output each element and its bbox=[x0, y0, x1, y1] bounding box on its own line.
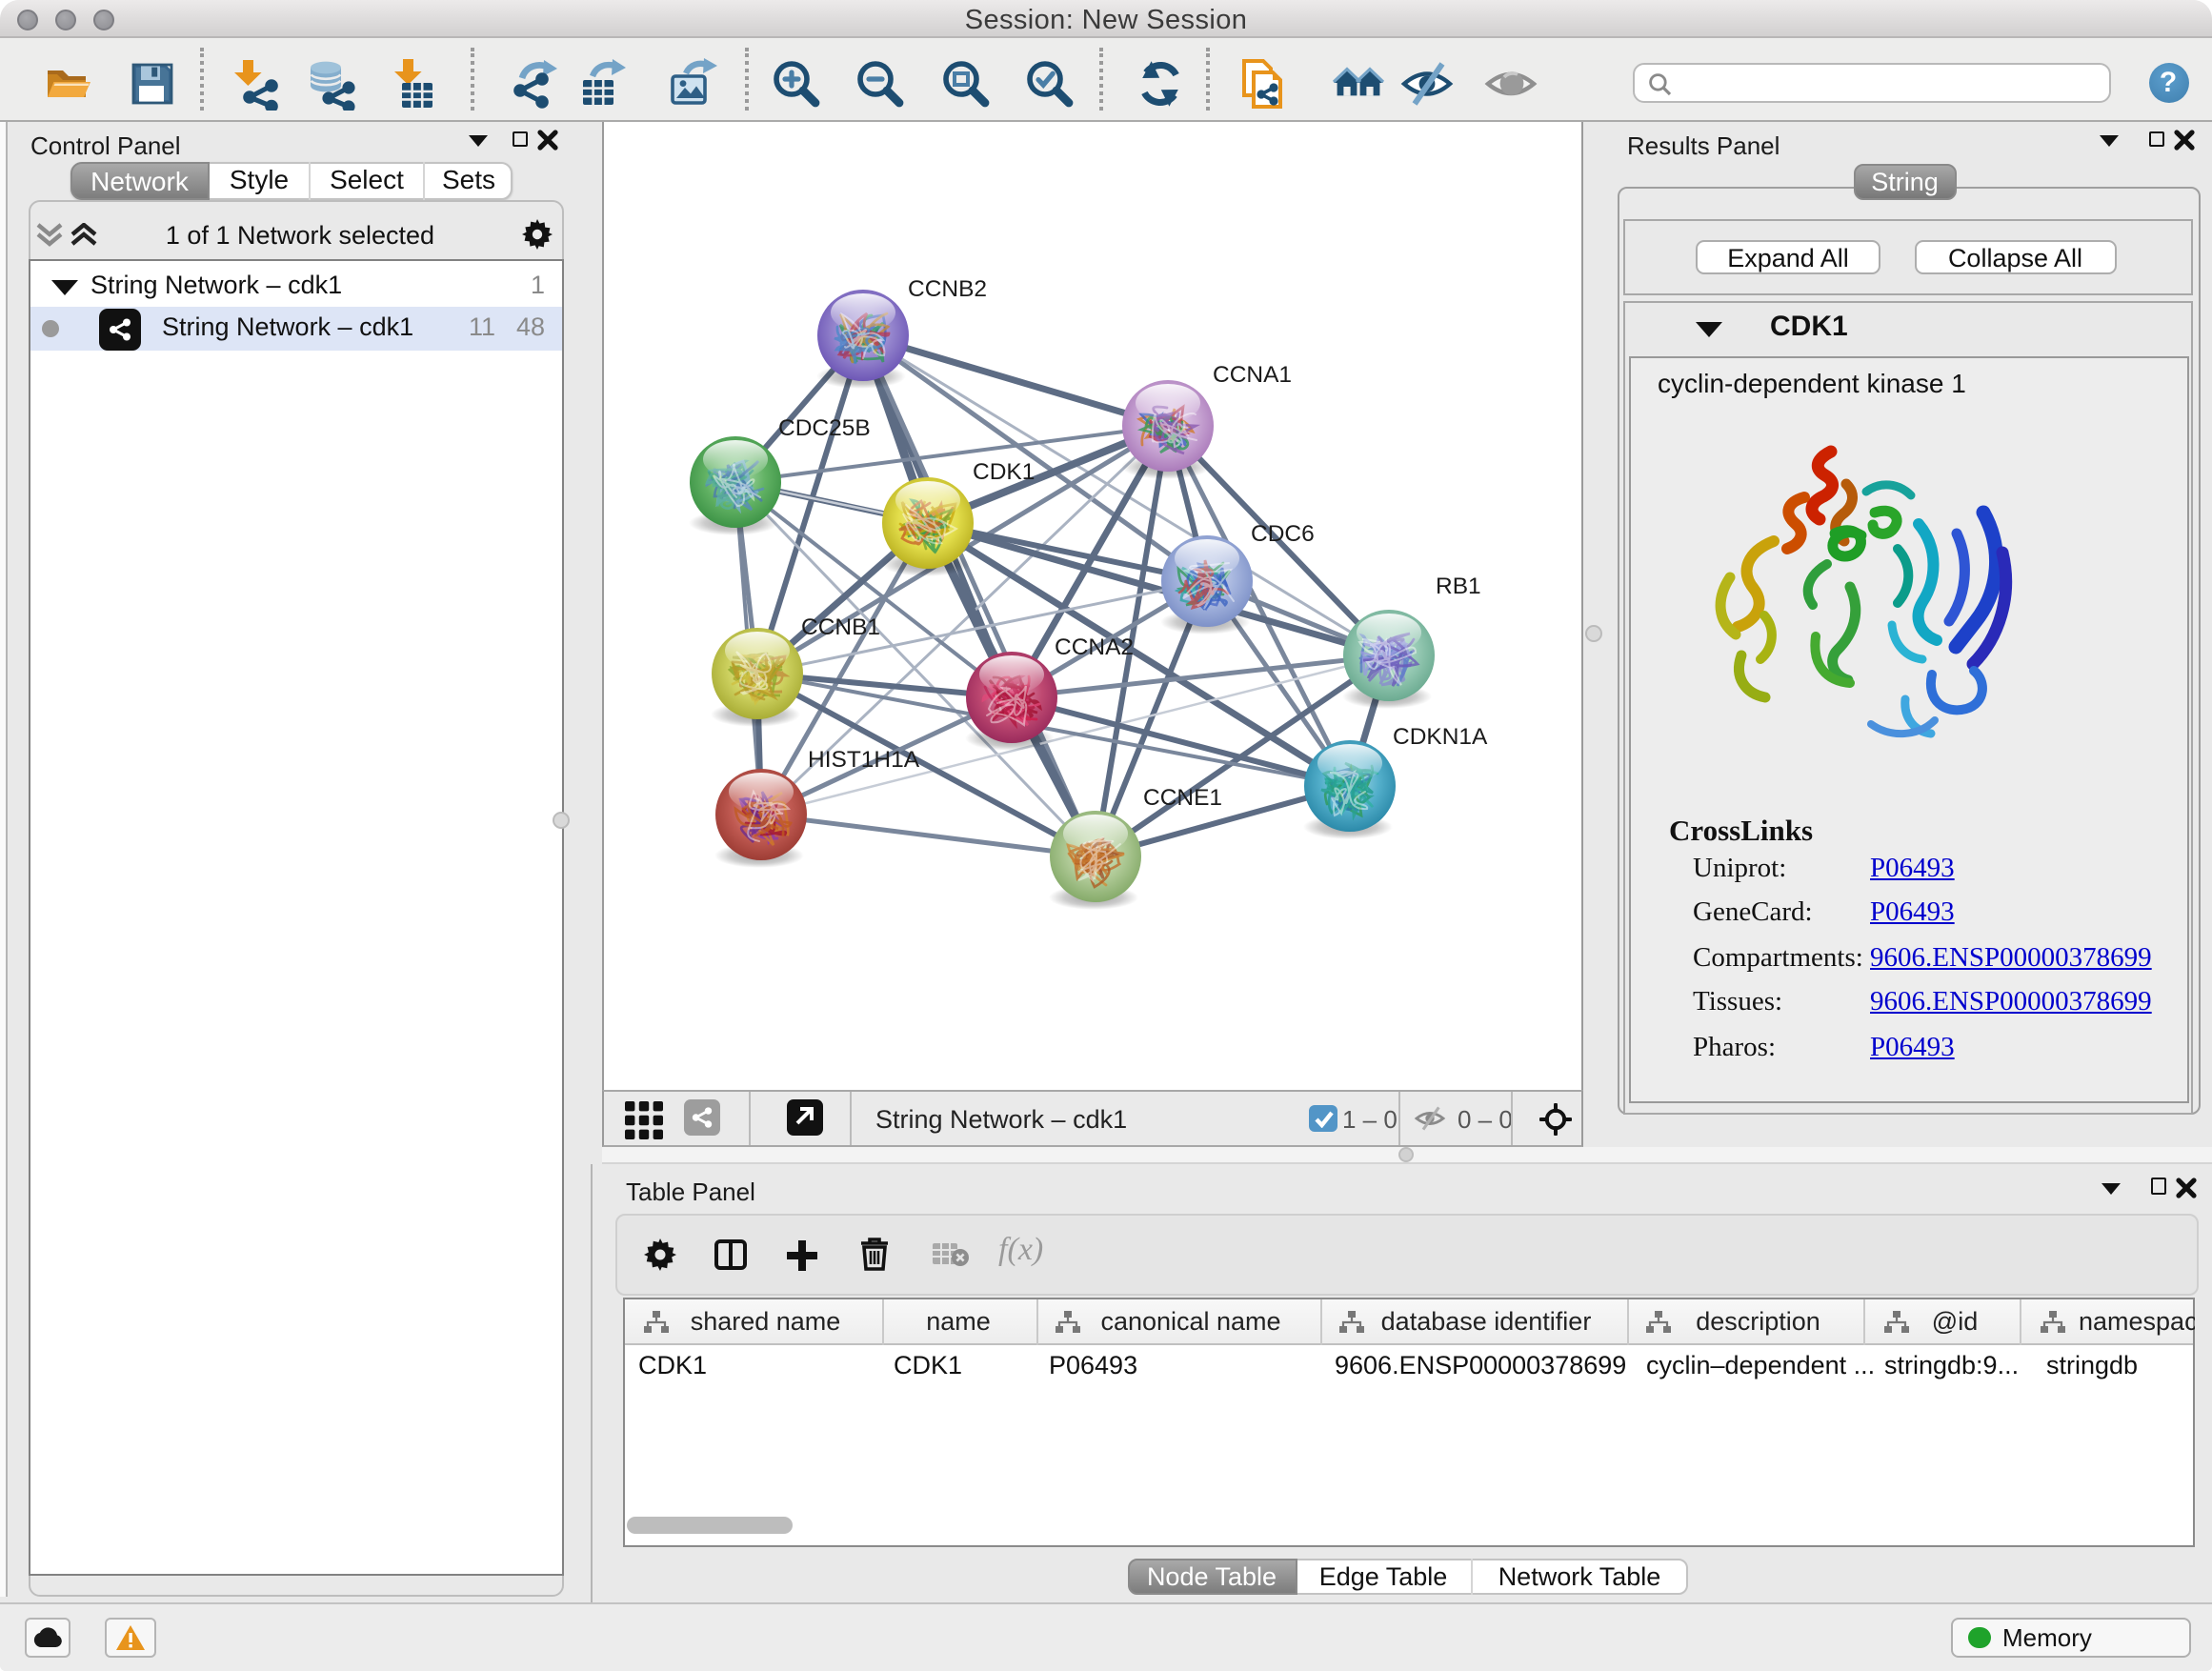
svg-text:CCNB1: CCNB1 bbox=[800, 614, 879, 639]
svg-text:CCNA1: CCNA1 bbox=[1212, 361, 1291, 387]
svg-text:CCNA2: CCNA2 bbox=[1054, 634, 1133, 659]
svg-text:CDK1: CDK1 bbox=[972, 458, 1034, 484]
svg-text:CCNB2: CCNB2 bbox=[907, 275, 986, 301]
svg-text:CDC6: CDC6 bbox=[1250, 520, 1314, 546]
svg-text:CCNE1: CCNE1 bbox=[1142, 784, 1221, 810]
svg-text:CDKN1A: CDKN1A bbox=[1392, 723, 1487, 749]
svg-text:CDC25B: CDC25B bbox=[777, 414, 870, 440]
svg-text:HIST1H1A: HIST1H1A bbox=[807, 746, 919, 772]
svg-text:RB1: RB1 bbox=[1435, 573, 1480, 598]
